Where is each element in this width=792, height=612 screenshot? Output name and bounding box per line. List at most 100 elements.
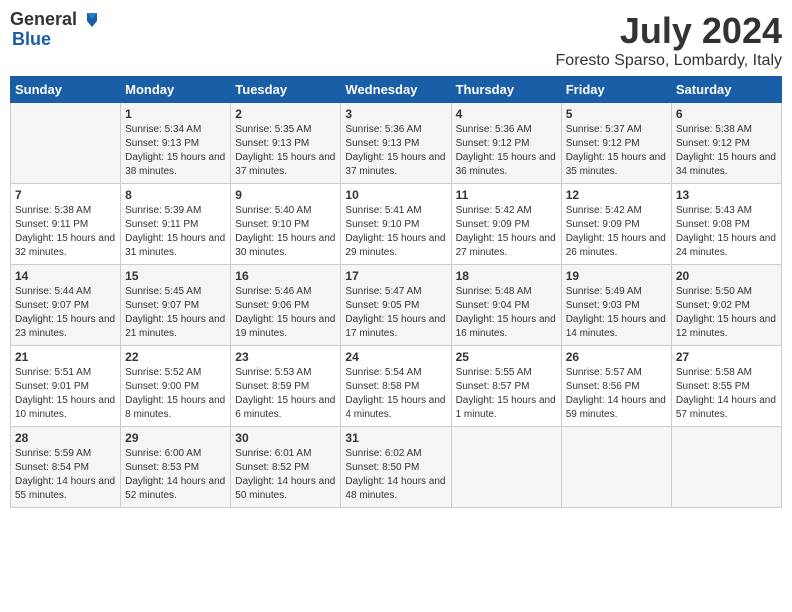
week-row-3: 14 Sunrise: 5:44 AM Sunset: 9:07 PM Dayli… (11, 265, 782, 346)
column-header-tuesday: Tuesday (231, 77, 341, 103)
column-header-monday: Monday (121, 77, 231, 103)
day-info: Sunrise: 5:51 AM Sunset: 9:01 PM Dayligh… (15, 366, 116, 422)
day-info: Sunrise: 5:42 AM Sunset: 9:09 PM Dayligh… (456, 204, 557, 260)
day-number: 3 (345, 107, 446, 121)
calendar-cell: 24 Sunrise: 5:54 AM Sunset: 8:58 PM Dayli… (341, 346, 451, 427)
logo-blue-text: Blue (12, 30, 99, 50)
day-info: Sunrise: 5:53 AM Sunset: 8:59 PM Dayligh… (235, 366, 336, 422)
day-info: Sunrise: 5:36 AM Sunset: 9:13 PM Dayligh… (345, 123, 446, 179)
day-number: 19 (566, 269, 667, 283)
week-row-5: 28 Sunrise: 5:59 AM Sunset: 8:54 PM Dayli… (11, 427, 782, 508)
calendar-cell: 14 Sunrise: 5:44 AM Sunset: 9:07 PM Dayli… (11, 265, 121, 346)
day-number: 17 (345, 269, 446, 283)
calendar-cell: 18Sunrise: 5:48 AM Sunset: 9:04 PM Dayli… (451, 265, 561, 346)
day-number: 11 (456, 188, 557, 202)
day-info: Sunrise: 5:36 AM Sunset: 9:12 PM Dayligh… (456, 123, 557, 179)
day-number: 26 (566, 350, 667, 364)
day-number: 5 (566, 107, 667, 121)
calendar-cell: 12 Sunrise: 5:42 AM Sunset: 9:09 PM Dayli… (561, 184, 671, 265)
day-number: 8 (125, 188, 226, 202)
calendar-table: SundayMondayTuesdayWednesdayThursdayFrid… (10, 76, 782, 508)
day-number: 4 (456, 107, 557, 121)
calendar-cell: 19 Sunrise: 5:49 AM Sunset: 9:03 PM Dayli… (561, 265, 671, 346)
day-info: Sunrise: 5:38 AM Sunset: 9:11 PM Dayligh… (15, 204, 116, 260)
day-info: Sunrise: 5:34 AM Sunset: 9:13 PM Dayligh… (125, 123, 226, 179)
day-info: Sunrise: 5:42 AM Sunset: 9:09 PM Dayligh… (566, 204, 667, 260)
header: General Blue July 2024 Foresto Sparso, L… (10, 10, 782, 70)
day-info: Sunrise: 5:58 AM Sunset: 8:55 PM Dayligh… (676, 366, 777, 422)
day-number: 18 (456, 269, 557, 283)
day-info: Sunrise: 6:01 AM Sunset: 8:52 PM Dayligh… (235, 447, 336, 503)
day-number: 28 (15, 431, 116, 445)
day-number: 1 (125, 107, 226, 121)
day-info: Sunrise: 5:54 AM Sunset: 8:58 PM Dayligh… (345, 366, 446, 422)
day-number: 7 (15, 188, 116, 202)
day-number: 24 (345, 350, 446, 364)
calendar-cell: 15Sunrise: 5:45 AM Sunset: 9:07 PM Dayli… (121, 265, 231, 346)
day-info: Sunrise: 5:50 AM Sunset: 9:02 PM Dayligh… (676, 285, 777, 341)
day-info: Sunrise: 5:57 AM Sunset: 8:56 PM Dayligh… (566, 366, 667, 422)
day-info: Sunrise: 5:45 AM Sunset: 9:07 PM Dayligh… (125, 285, 226, 341)
week-row-2: 7 Sunrise: 5:38 AM Sunset: 9:11 PM Daylig… (11, 184, 782, 265)
day-info: Sunrise: 5:44 AM Sunset: 9:07 PM Dayligh… (15, 285, 116, 341)
calendar-cell: 16Sunrise: 5:46 AM Sunset: 9:06 PM Dayli… (231, 265, 341, 346)
calendar-cell: 6Sunrise: 5:38 AM Sunset: 9:12 PM Daylig… (671, 103, 781, 184)
day-number: 31 (345, 431, 446, 445)
calendar-cell: 13Sunrise: 5:43 AM Sunset: 9:08 PM Dayli… (671, 184, 781, 265)
calendar-cell: 1 Sunrise: 5:34 AM Sunset: 9:13 PM Daylig… (121, 103, 231, 184)
calendar-cell: 28 Sunrise: 5:59 AM Sunset: 8:54 PM Dayli… (11, 427, 121, 508)
calendar-cell: 25 Sunrise: 5:55 AM Sunset: 8:57 PM Dayli… (451, 346, 561, 427)
calendar-cell: 11 Sunrise: 5:42 AM Sunset: 9:09 PM Dayli… (451, 184, 561, 265)
day-number: 12 (566, 188, 667, 202)
calendar-cell: 3 Sunrise: 5:36 AM Sunset: 9:13 PM Daylig… (341, 103, 451, 184)
day-number: 30 (235, 431, 336, 445)
day-info: Sunrise: 5:35 AM Sunset: 9:13 PM Dayligh… (235, 123, 336, 179)
day-info: Sunrise: 5:49 AM Sunset: 9:03 PM Dayligh… (566, 285, 667, 341)
calendar-cell (11, 103, 121, 184)
day-number: 29 (125, 431, 226, 445)
day-number: 27 (676, 350, 777, 364)
day-number: 23 (235, 350, 336, 364)
day-info: Sunrise: 5:38 AM Sunset: 9:12 PM Dayligh… (676, 123, 777, 179)
day-info: Sunrise: 6:00 AM Sunset: 8:53 PM Dayligh… (125, 447, 226, 503)
calendar-cell: 4 Sunrise: 5:36 AM Sunset: 9:12 PM Daylig… (451, 103, 561, 184)
calendar-cell: 27 Sunrise: 5:58 AM Sunset: 8:55 PM Dayli… (671, 346, 781, 427)
calendar-cell: 31 Sunrise: 6:02 AM Sunset: 8:50 PM Dayli… (341, 427, 451, 508)
day-number: 21 (15, 350, 116, 364)
day-number: 14 (15, 269, 116, 283)
calendar-header-row: SundayMondayTuesdayWednesdayThursdayFrid… (11, 77, 782, 103)
day-number: 2 (235, 107, 336, 121)
day-number: 25 (456, 350, 557, 364)
week-row-1: 1 Sunrise: 5:34 AM Sunset: 9:13 PM Daylig… (11, 103, 782, 184)
day-info: Sunrise: 6:02 AM Sunset: 8:50 PM Dayligh… (345, 447, 446, 503)
week-row-4: 21 Sunrise: 5:51 AM Sunset: 9:01 PM Dayli… (11, 346, 782, 427)
day-info: Sunrise: 5:59 AM Sunset: 8:54 PM Dayligh… (15, 447, 116, 503)
calendar-cell: 10 Sunrise: 5:41 AM Sunset: 9:10 PM Dayli… (341, 184, 451, 265)
calendar-cell: 5 Sunrise: 5:37 AM Sunset: 9:12 PM Daylig… (561, 103, 671, 184)
calendar-cell: 23 Sunrise: 5:53 AM Sunset: 8:59 PM Dayli… (231, 346, 341, 427)
calendar-cell (451, 427, 561, 508)
calendar-cell: 21 Sunrise: 5:51 AM Sunset: 9:01 PM Dayli… (11, 346, 121, 427)
calendar-cell: 7 Sunrise: 5:38 AM Sunset: 9:11 PM Daylig… (11, 184, 121, 265)
month-title: July 2024 (556, 10, 782, 52)
day-info: Sunrise: 5:55 AM Sunset: 8:57 PM Dayligh… (456, 366, 557, 422)
logo-icon (77, 11, 99, 29)
calendar-cell: 22Sunrise: 5:52 AM Sunset: 9:00 PM Dayli… (121, 346, 231, 427)
day-number: 22 (125, 350, 226, 364)
day-info: Sunrise: 5:37 AM Sunset: 9:12 PM Dayligh… (566, 123, 667, 179)
day-number: 20 (676, 269, 777, 283)
logo: General Blue (10, 10, 99, 50)
calendar-cell: 26 Sunrise: 5:57 AM Sunset: 8:56 PM Dayli… (561, 346, 671, 427)
day-number: 16 (235, 269, 336, 283)
day-number: 10 (345, 188, 446, 202)
column-header-sunday: Sunday (11, 77, 121, 103)
calendar-cell: 20 Sunrise: 5:50 AM Sunset: 9:02 PM Dayli… (671, 265, 781, 346)
calendar-cell: 29 Sunrise: 6:00 AM Sunset: 8:53 PM Dayli… (121, 427, 231, 508)
day-info: Sunrise: 5:41 AM Sunset: 9:10 PM Dayligh… (345, 204, 446, 260)
logo-general-text: General (10, 10, 77, 30)
day-info: Sunrise: 5:47 AM Sunset: 9:05 PM Dayligh… (345, 285, 446, 341)
calendar-cell: 17 Sunrise: 5:47 AM Sunset: 9:05 PM Dayli… (341, 265, 451, 346)
title-area: July 2024 Foresto Sparso, Lombardy, Ital… (556, 10, 782, 70)
calendar-cell (671, 427, 781, 508)
calendar-cell (561, 427, 671, 508)
